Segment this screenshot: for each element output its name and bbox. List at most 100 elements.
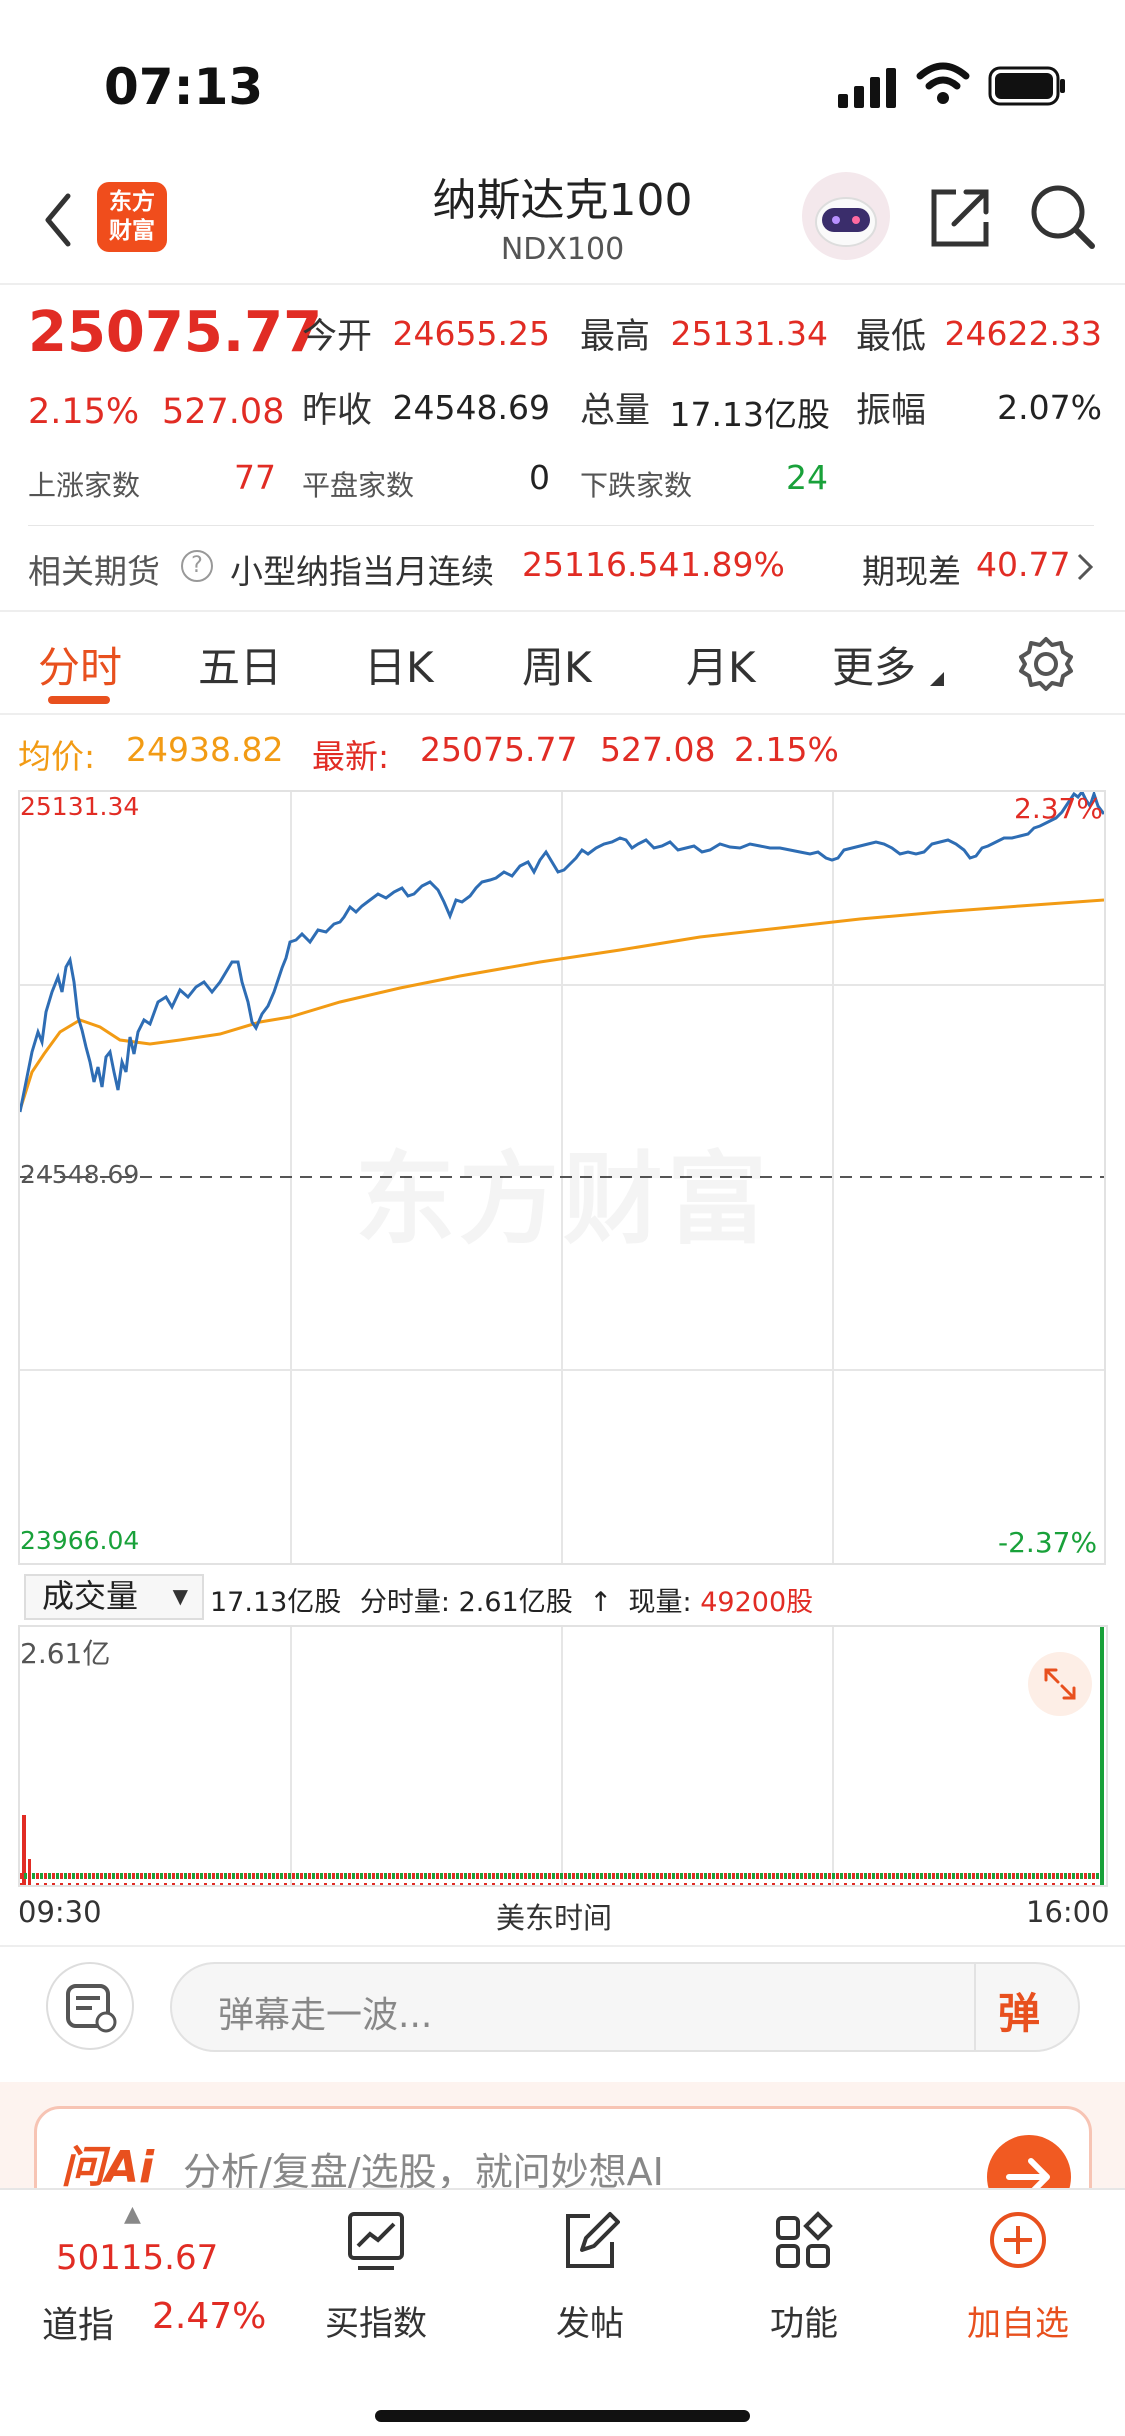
prev-close-label: 昨收 xyxy=(302,391,373,431)
last-value: 25075.77 xyxy=(420,730,578,769)
high-label: 最高 xyxy=(580,317,651,357)
price-axis-top-left: 25131.34 xyxy=(20,792,140,821)
grid-icon xyxy=(776,2211,833,2268)
help-icon[interactable]: ? xyxy=(181,550,213,582)
open-label: 今开 xyxy=(302,317,373,357)
caret-down-icon: ▼ xyxy=(172,1584,188,1608)
avg-price-label: 均价: xyxy=(18,737,96,776)
amplitude-value: 2.07% xyxy=(997,388,1102,427)
basis-label: 期现差 xyxy=(862,552,961,591)
volume-header: 成交量 ▼ 17.13亿股 分时量: 2.61亿股 ↑ 现量: 49200股 xyxy=(20,1570,1110,1622)
down-count-value: 24 xyxy=(786,458,828,497)
current-volume-label: 现量: xyxy=(628,1587,692,1618)
price-axis-top-right: 2.37% xyxy=(1014,792,1103,825)
status-bar: 07:13 xyxy=(0,0,1125,160)
barrage-input[interactable]: 弹幕走一波... 弹 xyxy=(170,1962,1080,2052)
avg-price-value: 24938.82 xyxy=(126,730,284,769)
futures-label: 相关期货 xyxy=(28,552,160,591)
index-change[interactable]: 2.47% xyxy=(152,2296,266,2337)
fullscreen-button[interactable] xyxy=(1028,1652,1092,1716)
low-label: 最低 xyxy=(856,317,927,357)
gear-icon[interactable] xyxy=(1018,636,1074,692)
volume-info: 17.13亿股 分时量: 2.61亿股 ↑ 现量: 49200股 xyxy=(210,1580,813,1619)
x-axis-start: 09:30 xyxy=(18,1895,102,1929)
plus-circle-icon xyxy=(990,2212,1046,2268)
chart-tabs: 分时 五日 日K 周K 月K 更多 xyxy=(0,610,1125,715)
app-header: 东方 财富 纳斯达克100 NDX100 xyxy=(0,160,1125,285)
nav-label: 买指数 xyxy=(325,2304,427,2344)
amplitude-label: 振幅 xyxy=(856,391,927,431)
change-percent: 2.15% xyxy=(28,392,140,432)
barrage-settings-button[interactable] xyxy=(46,1962,134,2050)
tab-five-day[interactable]: 五日 xyxy=(198,634,282,695)
price-axis-mid-left: 24548.69 xyxy=(20,1160,140,1189)
change-amount: 527.08 xyxy=(162,392,285,432)
flat-count-label: 平盘家数 xyxy=(302,469,415,502)
tab-intraday[interactable]: 分时 xyxy=(38,634,122,695)
watermark: 东方财富 xyxy=(355,1118,771,1263)
wifi-icon xyxy=(916,62,970,104)
last-label: 最新: xyxy=(312,737,390,776)
prev-close-value: 24548.69 xyxy=(392,388,550,427)
signal-icon xyxy=(838,68,896,108)
barrage-settings-icon xyxy=(66,1984,117,2033)
battery-icon xyxy=(988,66,1065,106)
high-value: 25131.34 xyxy=(670,314,828,353)
nav-label: 加自选 xyxy=(967,2304,1069,2344)
chart-trend-icon xyxy=(348,2212,404,2270)
barrage-send-button[interactable]: 弹 xyxy=(998,1980,1040,2041)
active-tab-indicator xyxy=(48,696,110,704)
volume-chart-svg xyxy=(20,1627,1104,1885)
open-value: 24655.25 xyxy=(392,314,550,353)
ai-robot-icon[interactable] xyxy=(800,170,892,262)
tab-daily-k[interactable]: 日K xyxy=(364,634,434,695)
divider xyxy=(28,525,1094,526)
x-axis-middle: 美东时间 xyxy=(496,1901,613,1935)
volume-indicator-dropdown[interactable]: 成交量 ▼ xyxy=(24,1574,204,1620)
last-change: 527.08 xyxy=(600,730,716,769)
futures-name: 小型纳指当月连续 xyxy=(230,552,494,591)
up-count-label: 上涨家数 xyxy=(28,469,141,502)
nav-label: 功能 xyxy=(770,2304,838,2344)
ai-logo: 问Ai xyxy=(61,2142,155,2193)
expand-icon xyxy=(1044,1668,1076,1700)
flat-count-value: 0 xyxy=(529,458,550,497)
futures-pct: 1.89% xyxy=(680,545,785,584)
tab-monthly-k[interactable]: 月K xyxy=(686,634,756,695)
period-volume-value: 2.61亿股 xyxy=(458,1587,573,1618)
volume-scale-label: 2.61亿 xyxy=(20,1637,111,1670)
price-axis-bottom-right: -2.37% xyxy=(998,1526,1098,1559)
chevron-right-icon xyxy=(1077,553,1094,581)
price-axis-bottom-left: 23966.04 xyxy=(20,1526,140,1555)
status-time: 07:13 xyxy=(104,58,264,116)
volume-label: 总量 xyxy=(580,391,651,431)
period-volume-label: 分时量: xyxy=(359,1587,450,1618)
share-icon[interactable] xyxy=(928,184,992,250)
index-value[interactable]: 50115.67 xyxy=(56,2238,218,2278)
bottom-toolbar: ▲ 50115.67 道指 2.47% 买指数 发帖 功能 加自选 xyxy=(0,2188,1125,2436)
index-name[interactable]: 道指 xyxy=(42,2296,114,2348)
volume-value: 17.13亿股 xyxy=(669,395,830,434)
barrage-placeholder: 弹幕走一波... xyxy=(218,1995,433,2036)
up-count-value: 77 xyxy=(234,458,276,497)
x-axis-end: 16:00 xyxy=(1026,1895,1110,1929)
down-count-label: 下跌家数 xyxy=(580,469,693,502)
edit-icon xyxy=(566,2212,620,2268)
barrage-divider xyxy=(974,1964,976,2050)
basis-value: 40.77 xyxy=(976,545,1071,584)
volume-total: 17.13亿股 xyxy=(210,1587,342,1618)
volume-chart[interactable] xyxy=(18,1625,1108,1887)
nav-label: 发帖 xyxy=(556,2304,624,2344)
caret-up-icon: ▲ xyxy=(124,2202,141,2227)
caret-down-icon xyxy=(930,672,944,686)
low-value: 24622.33 xyxy=(944,314,1102,353)
current-volume-value: 49200股 xyxy=(700,1587,814,1618)
arrow-up-icon: ↑ xyxy=(589,1587,612,1618)
tab-weekly-k[interactable]: 周K xyxy=(522,634,592,695)
tab-more[interactable]: 更多 xyxy=(832,634,916,695)
search-icon[interactable] xyxy=(1030,184,1096,250)
dropdown-label: 成交量 xyxy=(42,1577,139,1615)
last-price: 25075.77 xyxy=(28,300,323,365)
home-indicator[interactable] xyxy=(375,2410,750,2422)
last-pct: 2.15% xyxy=(734,730,839,769)
